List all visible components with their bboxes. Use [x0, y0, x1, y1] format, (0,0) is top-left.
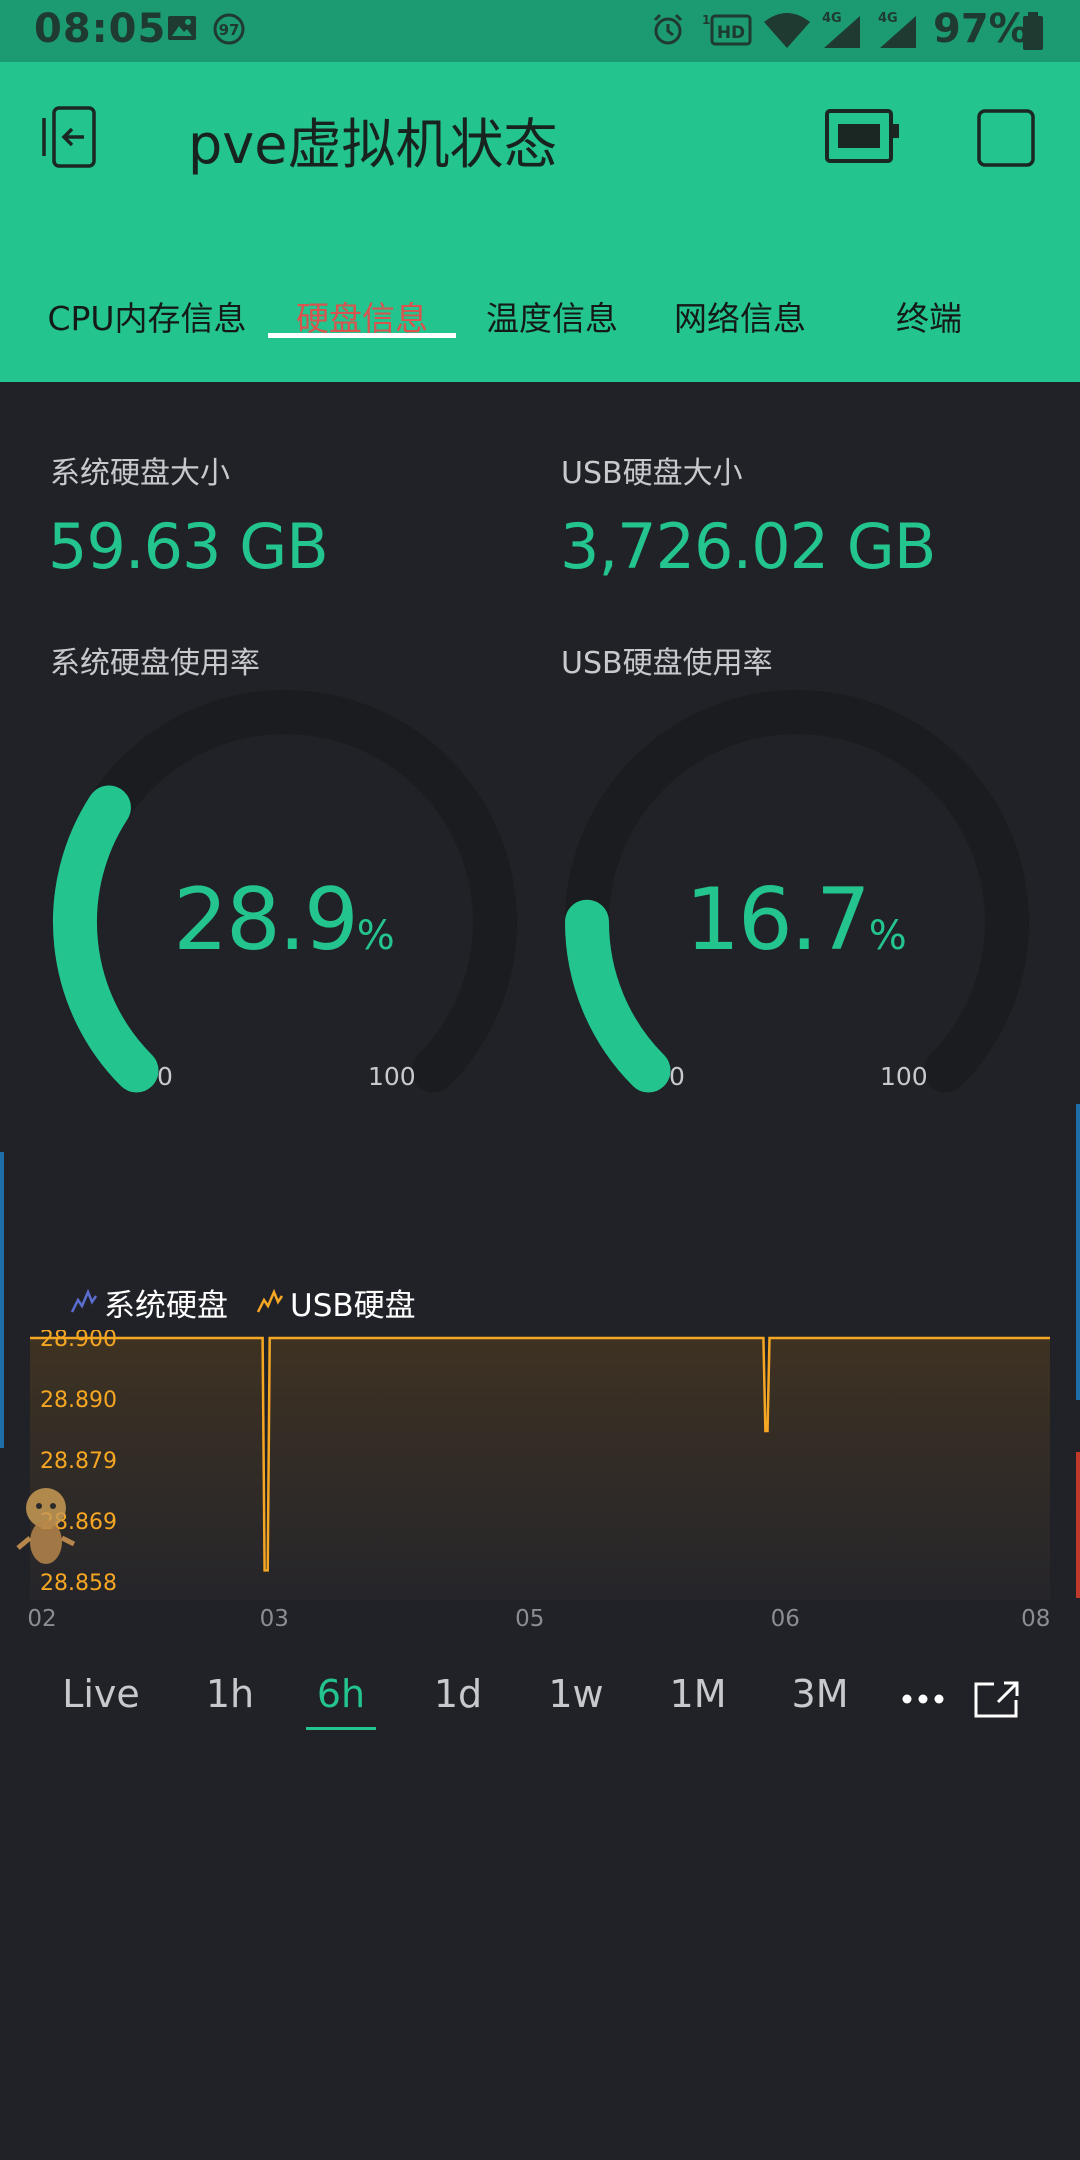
battery-percent: 97% [933, 6, 1029, 52]
exit-icon[interactable] [40, 104, 106, 170]
y-tick-label: 28.890 [40, 1388, 117, 1413]
system-disk-usage-label: 系统硬盘使用率 [50, 646, 260, 681]
hd-icon: 1 HD [702, 13, 752, 46]
signal-icon-2: 4G [878, 12, 916, 48]
period-1h[interactable]: 1h [206, 1672, 254, 1716]
period-1d[interactable]: 1d [434, 1672, 482, 1716]
x-axis-labels: 02 03 05 06 08 [27, 1606, 1052, 1636]
period-1m[interactable]: 1M [670, 1672, 727, 1716]
status-bar: 08:05 97 1 HD 4G 4G 97% [0, 0, 1080, 62]
period-3m[interactable]: 3M [792, 1672, 849, 1716]
usb-series-fill [30, 1338, 1050, 1600]
usb-disk-usage-value: 16.7% [685, 870, 907, 970]
svg-text:4G: 4G [822, 12, 842, 26]
legend-label: USB硬盘 [290, 1287, 416, 1324]
chart-legend: 系统硬盘 USB硬盘 [70, 1280, 444, 1325]
square-icon[interactable] [976, 108, 1036, 168]
status-time: 08:05 [34, 6, 167, 52]
system-gauge-min: 0 [157, 1062, 173, 1091]
period-live[interactable]: Live [62, 1672, 140, 1716]
period-1w[interactable]: 1w [548, 1672, 603, 1716]
alarm-icon [653, 13, 683, 45]
wifi-icon [764, 13, 810, 48]
x-tick-label: 06 [770, 1606, 800, 1632]
system-disk-size-label: 系统硬盘大小 [50, 456, 230, 491]
page-title: pve虚拟机状态 [188, 113, 558, 176]
system-disk-size-value: 59.63 GB [48, 510, 329, 583]
tab-temperature[interactable]: 温度信息 [486, 292, 618, 340]
y-tick-label: 28.879 [40, 1449, 117, 1474]
tab-bar: CPU内存信息 硬盘信息 温度信息 网络信息 终端 [0, 262, 1080, 382]
usb-disk-size-label: USB硬盘大小 [561, 456, 743, 491]
legend-usb-disk[interactable]: USB硬盘 [256, 1280, 416, 1325]
gauge-fill [52, 785, 159, 1093]
y-tick-label: 28.858 [40, 1571, 117, 1596]
signal-icon: 4G [822, 12, 860, 48]
period-selector: Live 1h 6h 1d 1w 1M 3M [0, 1660, 1080, 1740]
usb-gauge-max: 100 [880, 1062, 928, 1091]
active-period-indicator [306, 1727, 376, 1730]
period-6h[interactable]: 6h [317, 1672, 365, 1716]
expand-icon[interactable] [972, 1678, 1022, 1720]
svg-text:HD: HD [717, 23, 745, 43]
svg-text:4G: 4G [878, 12, 898, 26]
system-gauge-max: 100 [368, 1062, 416, 1091]
line-series-icon [256, 1288, 284, 1313]
tab-cpu-memory[interactable]: CPU内存信息 [47, 292, 246, 340]
chart-area-group [30, 1336, 1050, 1600]
y-tick-label: 28.900 [40, 1330, 117, 1352]
svg-text:1: 1 [702, 13, 710, 27]
active-tab-indicator [268, 333, 456, 338]
disk-usage-chart[interactable]: 28.90028.89028.87928.86928.858 [30, 1330, 1050, 1600]
usb-gauge-min: 0 [669, 1062, 685, 1091]
x-tick-label: 02 [27, 1606, 57, 1632]
app-bar: pve虚拟机状态 CPU内存信息 硬盘信息 温度信息 网络信息 终端 [0, 62, 1080, 382]
image-icon [168, 16, 196, 40]
system-disk-usage-value: 28.9% [173, 870, 395, 970]
legend-system-disk[interactable]: 系统硬盘 [70, 1280, 228, 1325]
x-tick-label: 08 [1021, 1606, 1051, 1632]
notification-badge-icon: 97 [213, 13, 245, 45]
device-icon[interactable] [824, 108, 900, 164]
tab-network[interactable]: 网络信息 [674, 292, 806, 340]
x-tick-label: 03 [259, 1606, 289, 1632]
mascot-icon[interactable] [12, 1478, 80, 1568]
usb-disk-size-value: 3,726.02 GB [560, 510, 936, 583]
legend-label: 系统硬盘 [104, 1287, 228, 1324]
gauge-fill [564, 899, 671, 1093]
x-tick-label: 05 [515, 1606, 545, 1632]
line-series-icon [70, 1288, 98, 1313]
left-edge-indicator [0, 1152, 4, 1448]
tab-terminal[interactable]: 终端 [896, 292, 962, 340]
battery-icon [1023, 12, 1043, 50]
svg-text:97: 97 [219, 21, 240, 39]
more-icon[interactable] [900, 1692, 946, 1706]
right-edge-alert [1076, 1452, 1080, 1598]
right-edge-indicator [1076, 1104, 1080, 1400]
usb-disk-usage-label: USB硬盘使用率 [561, 646, 773, 681]
